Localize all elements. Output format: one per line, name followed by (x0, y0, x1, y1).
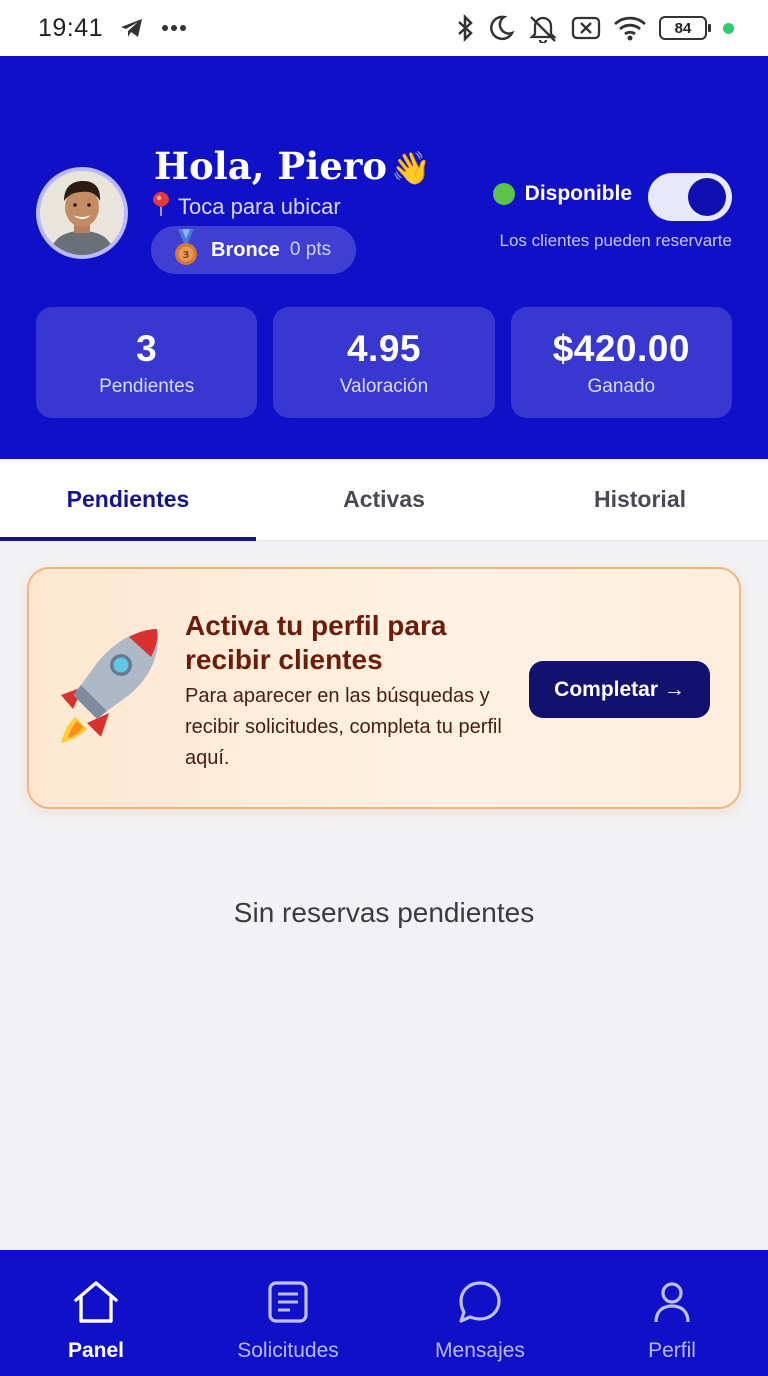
nav-label: Perfil (648, 1339, 696, 1362)
stat-label: Valoración (339, 375, 429, 397)
activate-profile-card: Activa tu perfil para recibir clientes P… (27, 567, 741, 809)
empty-state-text: Sin reservas pendientes (233, 897, 535, 928)
nav-label: Mensajes (435, 1339, 525, 1362)
rank-badge[interactable]: 3 Bronce 0 pts (151, 226, 356, 274)
availability-subtitle: Los clientes pueden reservarte (499, 231, 732, 250)
stat-value: 3 (136, 327, 158, 369)
greeting-text: Hola, Piero (154, 144, 388, 188)
more-icon (161, 24, 187, 32)
battery-level: 84 (674, 19, 692, 37)
complete-profile-button[interactable]: Completar → (529, 661, 710, 718)
battery-icon: 84 (659, 16, 711, 40)
nav-item-mensajes[interactable]: Mensajes (384, 1250, 576, 1376)
stat-card-pending[interactable]: 3 Pendientes (36, 307, 258, 418)
tab-pendientes[interactable]: Pendientes (0, 459, 256, 541)
promo-title: Activa tu perfil para recibir clientes (185, 610, 447, 675)
svg-text:3: 3 (183, 250, 190, 261)
stat-value: 4.95 (346, 327, 421, 369)
rank-name: Bronce (211, 238, 280, 261)
stat-card-rating[interactable]: 4.95 Valoración (273, 307, 495, 418)
nav-item-panel[interactable]: Panel (0, 1250, 192, 1376)
promo-body: Para aparecer en las búsquedas y recibir… (185, 685, 502, 769)
stat-label: Pendientes (99, 375, 195, 397)
bluetooth-icon (455, 14, 475, 42)
nav-label: Panel (67, 1339, 125, 1362)
nav-item-solicitudes[interactable]: Solicitudes (192, 1250, 384, 1376)
stat-label: Ganado (587, 375, 656, 397)
bottom-nav: Panel Solicitudes Mensajes Perfil (0, 1250, 768, 1376)
wifi-icon (613, 14, 647, 42)
chat-bubble-icon (456, 1280, 504, 1329)
bronze-medal-icon: 3 (173, 228, 199, 272)
location-button[interactable]: Toca para ubicar (152, 191, 341, 223)
nav-item-perfil[interactable]: Perfil (576, 1250, 768, 1376)
dashboard-header: Hola, Piero 👋 Toca para ubicar 3 Bronce 0… (0, 56, 768, 459)
greeting-title: Hola, Piero 👋 (154, 144, 431, 188)
location-pin-icon (152, 191, 170, 223)
nav-label: Solicitudes (237, 1339, 339, 1362)
waving-hand-icon: 👋 (391, 149, 431, 187)
stats-row: 3 Pendientes 4.95 Valoración $420.00 Gan… (36, 307, 732, 418)
document-list-icon (264, 1280, 312, 1329)
bookings-tabs: Pendientes Activas Historial (0, 459, 768, 541)
availability-status: Disponible (492, 182, 632, 206)
avatar[interactable] (36, 167, 128, 259)
telegram-icon (119, 16, 145, 40)
rank-points: 0 pts (289, 239, 332, 260)
status-bar: 19:41 84 (0, 0, 768, 56)
toggle-knob (688, 178, 726, 216)
stat-value: $420.00 (552, 327, 690, 369)
bell-off-icon (527, 13, 559, 43)
tab-historial[interactable]: Historial (512, 459, 768, 540)
no-sim-icon (571, 15, 601, 41)
location-text: Toca para ubicar (178, 194, 341, 219)
status-time: 19:41 (38, 13, 104, 42)
stat-card-earned[interactable]: $420.00 Ganado (510, 307, 732, 418)
moon-icon (487, 14, 515, 42)
available-dot-icon (492, 183, 515, 205)
home-icon (72, 1280, 120, 1329)
privacy-indicator-dot (723, 22, 734, 34)
rocket-icon (53, 625, 165, 750)
availability-toggle[interactable] (648, 173, 732, 221)
availability-label: Disponible (524, 182, 632, 205)
tab-activas[interactable]: Activas (256, 459, 512, 540)
user-icon (648, 1280, 696, 1329)
